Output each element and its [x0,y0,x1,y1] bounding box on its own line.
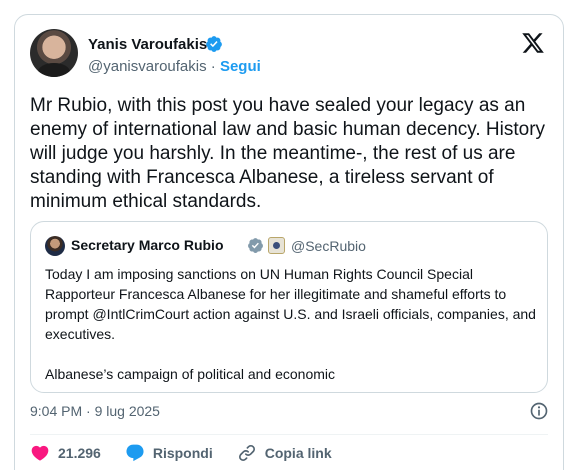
x-logo-icon[interactable] [521,31,545,55]
reply-bubble-icon [126,444,144,462]
follow-button[interactable]: Segui [220,58,261,75]
author-handle-row: @yanisvaroufakis · Segui [88,58,261,75]
reply-button[interactable]: Rispondi [125,443,213,463]
verified-badge-icon [248,238,263,253]
info-icon[interactable] [529,401,549,421]
separator: · [210,58,216,75]
action-bar: 21.296 Rispondi Copia link [30,443,356,463]
quoted-tweet-text: Today I am imposing sanctions on UN Huma… [45,264,537,384]
quoted-author-name[interactable]: Secretary Marco Rubio [71,237,224,253]
government-seal-icon [268,237,285,254]
copy-link-button[interactable]: Copia link [237,443,332,463]
author-name[interactable]: Yanis Varoufakis [88,36,207,53]
verified-badge-icon [206,36,222,52]
author-handle[interactable]: @yanisvaroufakis [88,58,207,75]
link-icon [238,445,255,461]
quoted-avatar[interactable] [45,236,65,256]
like-button[interactable]: 21.296 [30,443,101,463]
tweet-text: Mr Rubio, with this post you have sealed… [30,95,546,212]
divider [30,434,548,435]
quoted-author-handle: @SecRubio [291,238,366,254]
avatar[interactable] [30,29,78,77]
quoted-paragraph: Today I am imposing sanctions on UN Huma… [45,266,536,342]
like-count: 21.296 [58,445,101,461]
heart-icon [31,445,49,461]
copy-link-label: Copia link [264,445,332,461]
tweet-card[interactable]: Yanis Varoufakis @yanisvaroufakis · Segu… [14,14,564,470]
reply-label: Rispondi [152,445,213,461]
quoted-tweet[interactable]: Secretary Marco Rubio @SecRubio Today I … [30,221,548,393]
quoted-paragraph: Albanese’s campaign of political and eco… [45,366,336,382]
tweet-timestamp[interactable]: 9:04 PM · 9 lug 2025 [30,403,160,419]
